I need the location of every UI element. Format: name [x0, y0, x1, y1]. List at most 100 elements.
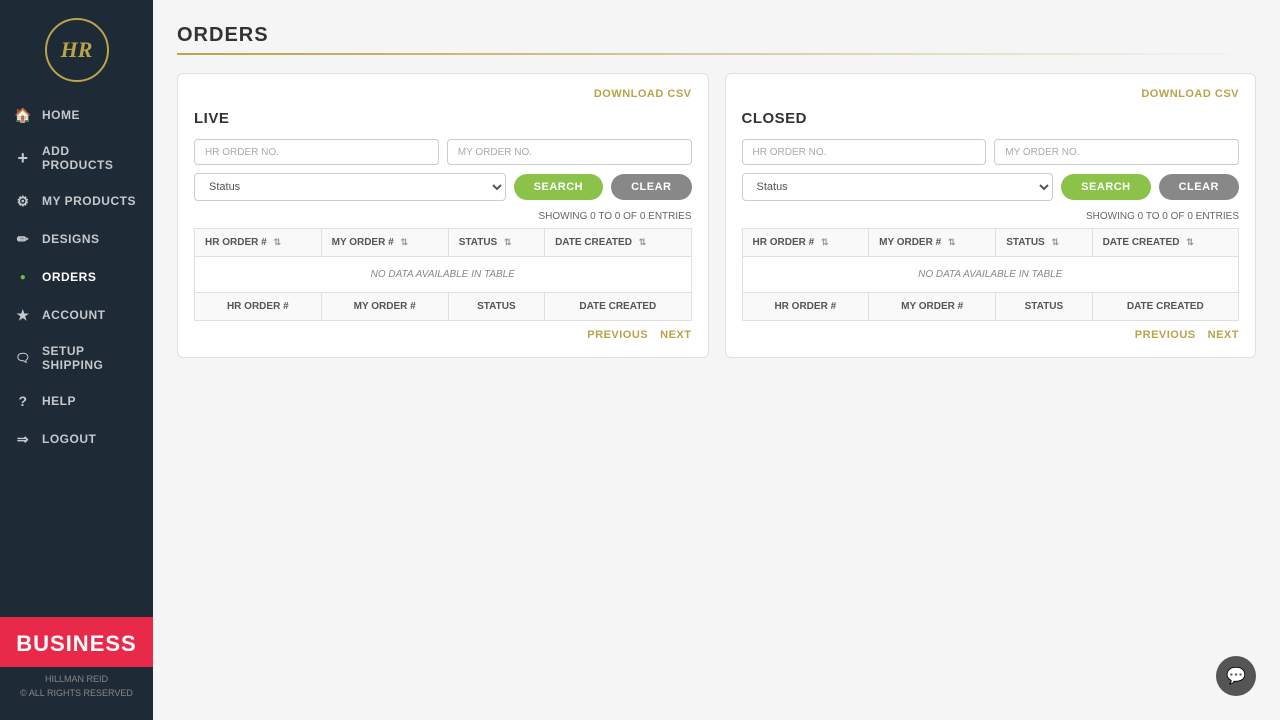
- closed-footer-row: HR ORDER # MY ORDER # STATUS DATE CREATE…: [742, 293, 1239, 321]
- closed-panel: DOWNLOAD CSV CLOSED Status SEARCH CLEAR …: [725, 73, 1257, 358]
- live-no-data-cell: NO DATA AVAILABLE IN TABLE: [195, 257, 692, 293]
- closed-col-status[interactable]: STATUS ⇅: [996, 229, 1092, 257]
- sidebar: HR 🏠 HOME + ADD PRODUCTS ⚙ MY PRODUCTS ✏…: [0, 0, 153, 720]
- closed-hr-order-input[interactable]: [742, 139, 987, 165]
- pencil-icon: ✏: [14, 230, 32, 248]
- closed-col-hr-order[interactable]: HR ORDER # ⇅: [742, 229, 869, 257]
- sidebar-item-add-products[interactable]: + ADD PRODUCTS: [0, 134, 153, 182]
- live-footer-date-created: DATE CREATED: [545, 293, 691, 321]
- sidebar-bottom: BUSINESS HILLMAN REID © ALL RIGHTS RESER…: [0, 605, 153, 720]
- sidebar-item-help[interactable]: ? HELP: [0, 382, 153, 420]
- closed-table: HR ORDER # ⇅ MY ORDER # ⇅ STATUS ⇅ DAT: [742, 228, 1240, 321]
- title-divider: [177, 53, 1256, 55]
- closed-my-order-input[interactable]: [994, 139, 1239, 165]
- closed-pagination: PREVIOUS NEXT: [742, 329, 1240, 341]
- sidebar-item-home[interactable]: 🏠 HOME: [0, 96, 153, 134]
- sidebar-item-logout[interactable]: ⇒ LOGOUT: [0, 420, 153, 458]
- closed-no-data-row: NO DATA AVAILABLE IN TABLE: [742, 257, 1239, 293]
- sidebar-label-add-products: ADD PRODUCTS: [42, 144, 139, 172]
- main-content: ORDERS DOWNLOAD CSV LIVE Status SEARCH C…: [153, 0, 1280, 720]
- live-previous-link[interactable]: PREVIOUS: [587, 329, 648, 341]
- sidebar-label-setup-shipping: SETUP SHIPPING: [42, 344, 139, 372]
- sidebar-item-my-products[interactable]: ⚙ MY PRODUCTS: [0, 182, 153, 220]
- closed-clear-button[interactable]: CLEAR: [1159, 174, 1239, 200]
- live-next-link[interactable]: NEXT: [660, 329, 691, 341]
- logo-icon: HR: [45, 18, 109, 82]
- closed-panel-top: DOWNLOAD CSV: [742, 88, 1240, 100]
- live-panel-top: DOWNLOAD CSV: [194, 88, 692, 100]
- logout-icon: ⇒: [14, 430, 32, 448]
- sidebar-item-account[interactable]: ★ AcCouNT: [0, 296, 153, 334]
- live-download-csv[interactable]: DOWNLOAD CSV: [594, 88, 692, 100]
- star-icon: ★: [14, 306, 32, 324]
- sidebar-footer: HILLMAN REID © ALL RIGHTS RESERVED: [0, 667, 153, 708]
- live-showing-info: SHOWING 0 TO 0 OF 0 ENTRIES: [194, 211, 692, 222]
- sidebar-label-account: AcCouNT: [42, 308, 106, 322]
- business-banner: BUSINESS: [0, 617, 153, 667]
- orders-icon: ●: [14, 268, 32, 286]
- sort-icon-date-created: ⇅: [639, 237, 647, 248]
- live-footer-row: HR ORDER # MY ORDER # STATUS DATE CREATE…: [195, 293, 692, 321]
- sidebar-label-my-products: MY PRODUCTS: [42, 194, 136, 208]
- closed-previous-link[interactable]: PREVIOUS: [1135, 329, 1196, 341]
- add-icon: +: [14, 149, 32, 167]
- closed-next-link[interactable]: NEXT: [1208, 329, 1239, 341]
- live-col-status[interactable]: STATUS ⇅: [448, 229, 544, 257]
- sidebar-item-setup-shipping[interactable]: 🗨 SETUP SHIPPING: [0, 334, 153, 382]
- live-footer-status: STATUS: [448, 293, 544, 321]
- closed-search-button[interactable]: SEARCH: [1061, 174, 1150, 200]
- sidebar-label-designs: DESIGNS: [42, 232, 100, 246]
- closed-footer-date-created: DATE CREATED: [1092, 293, 1238, 321]
- live-hr-order-input[interactable]: [194, 139, 439, 165]
- live-table: HR ORDER # ⇅ MY ORDER # ⇅ STATUS ⇅ DAT: [194, 228, 692, 321]
- live-section-title: LIVE: [194, 110, 692, 127]
- closed-footer-my-order: MY ORDER #: [869, 293, 996, 321]
- sidebar-label-home: HOME: [42, 108, 80, 122]
- gear-icon: ⚙: [14, 192, 32, 210]
- closed-col-my-order[interactable]: MY ORDER # ⇅: [869, 229, 996, 257]
- live-col-hr-order[interactable]: HR ORDER # ⇅: [195, 229, 322, 257]
- live-status-select[interactable]: Status: [194, 173, 506, 201]
- sidebar-nav: 🏠 HOME + ADD PRODUCTS ⚙ MY PRODUCTS ✏ DE…: [0, 96, 153, 605]
- closed-showing-info: SHOWING 0 TO 0 OF 0 ENTRIES: [742, 211, 1240, 222]
- live-my-order-input[interactable]: [447, 139, 692, 165]
- sidebar-item-orders[interactable]: ● ORDERS: [0, 258, 153, 296]
- closed-col-date-created[interactable]: DATE CREATED ⇅: [1092, 229, 1238, 257]
- home-icon: 🏠: [14, 106, 32, 124]
- sort-icon-hr-order: ⇅: [273, 237, 281, 248]
- closed-sort-icon-my-order: ⇅: [948, 237, 956, 248]
- closed-filter-row: Status SEARCH CLEAR: [742, 173, 1240, 201]
- closed-download-csv[interactable]: DOWNLOAD CSV: [1141, 88, 1239, 100]
- live-footer-my-order: MY ORDER #: [321, 293, 448, 321]
- sidebar-label-logout: LOGOUT: [42, 432, 96, 446]
- sidebar-label-help: HELP: [42, 394, 76, 408]
- live-panel: DOWNLOAD CSV LIVE Status SEARCH CLEAR SH…: [177, 73, 709, 358]
- logo-area: HR: [0, 0, 153, 96]
- closed-status-select[interactable]: Status: [742, 173, 1054, 201]
- orders-grid: DOWNLOAD CSV LIVE Status SEARCH CLEAR SH…: [177, 73, 1256, 358]
- live-col-date-created[interactable]: DATE CREATED ⇅: [545, 229, 691, 257]
- live-no-data-row: NO DATA AVAILABLE IN TABLE: [195, 257, 692, 293]
- live-clear-button[interactable]: CLEAR: [611, 174, 691, 200]
- live-search-row: [194, 139, 692, 165]
- page-title: ORDERS: [177, 24, 1256, 47]
- closed-footer-status: STATUS: [996, 293, 1092, 321]
- live-filter-row: Status SEARCH CLEAR: [194, 173, 692, 201]
- truck-icon: 🗨: [14, 349, 32, 367]
- closed-search-row: [742, 139, 1240, 165]
- chat-icon: 💬: [1226, 666, 1246, 686]
- live-col-my-order[interactable]: MY ORDER # ⇅: [321, 229, 448, 257]
- live-footer-hr-order: HR ORDER #: [195, 293, 322, 321]
- sort-icon-status: ⇅: [504, 237, 512, 248]
- sidebar-item-designs[interactable]: ✏ DESIGNS: [0, 220, 153, 258]
- closed-sort-icon-hr-order: ⇅: [821, 237, 829, 248]
- sidebar-label-orders: ORDERS: [42, 270, 96, 284]
- closed-sort-icon-date-created: ⇅: [1186, 237, 1194, 248]
- chat-fab[interactable]: 💬: [1216, 656, 1256, 696]
- live-search-button[interactable]: SEARCH: [514, 174, 603, 200]
- closed-sort-icon-status: ⇅: [1052, 237, 1060, 248]
- help-icon: ?: [14, 392, 32, 410]
- closed-section-title: CLOSED: [742, 110, 1240, 127]
- closed-footer-hr-order: HR ORDER #: [742, 293, 869, 321]
- live-pagination: PREVIOUS NEXT: [194, 329, 692, 341]
